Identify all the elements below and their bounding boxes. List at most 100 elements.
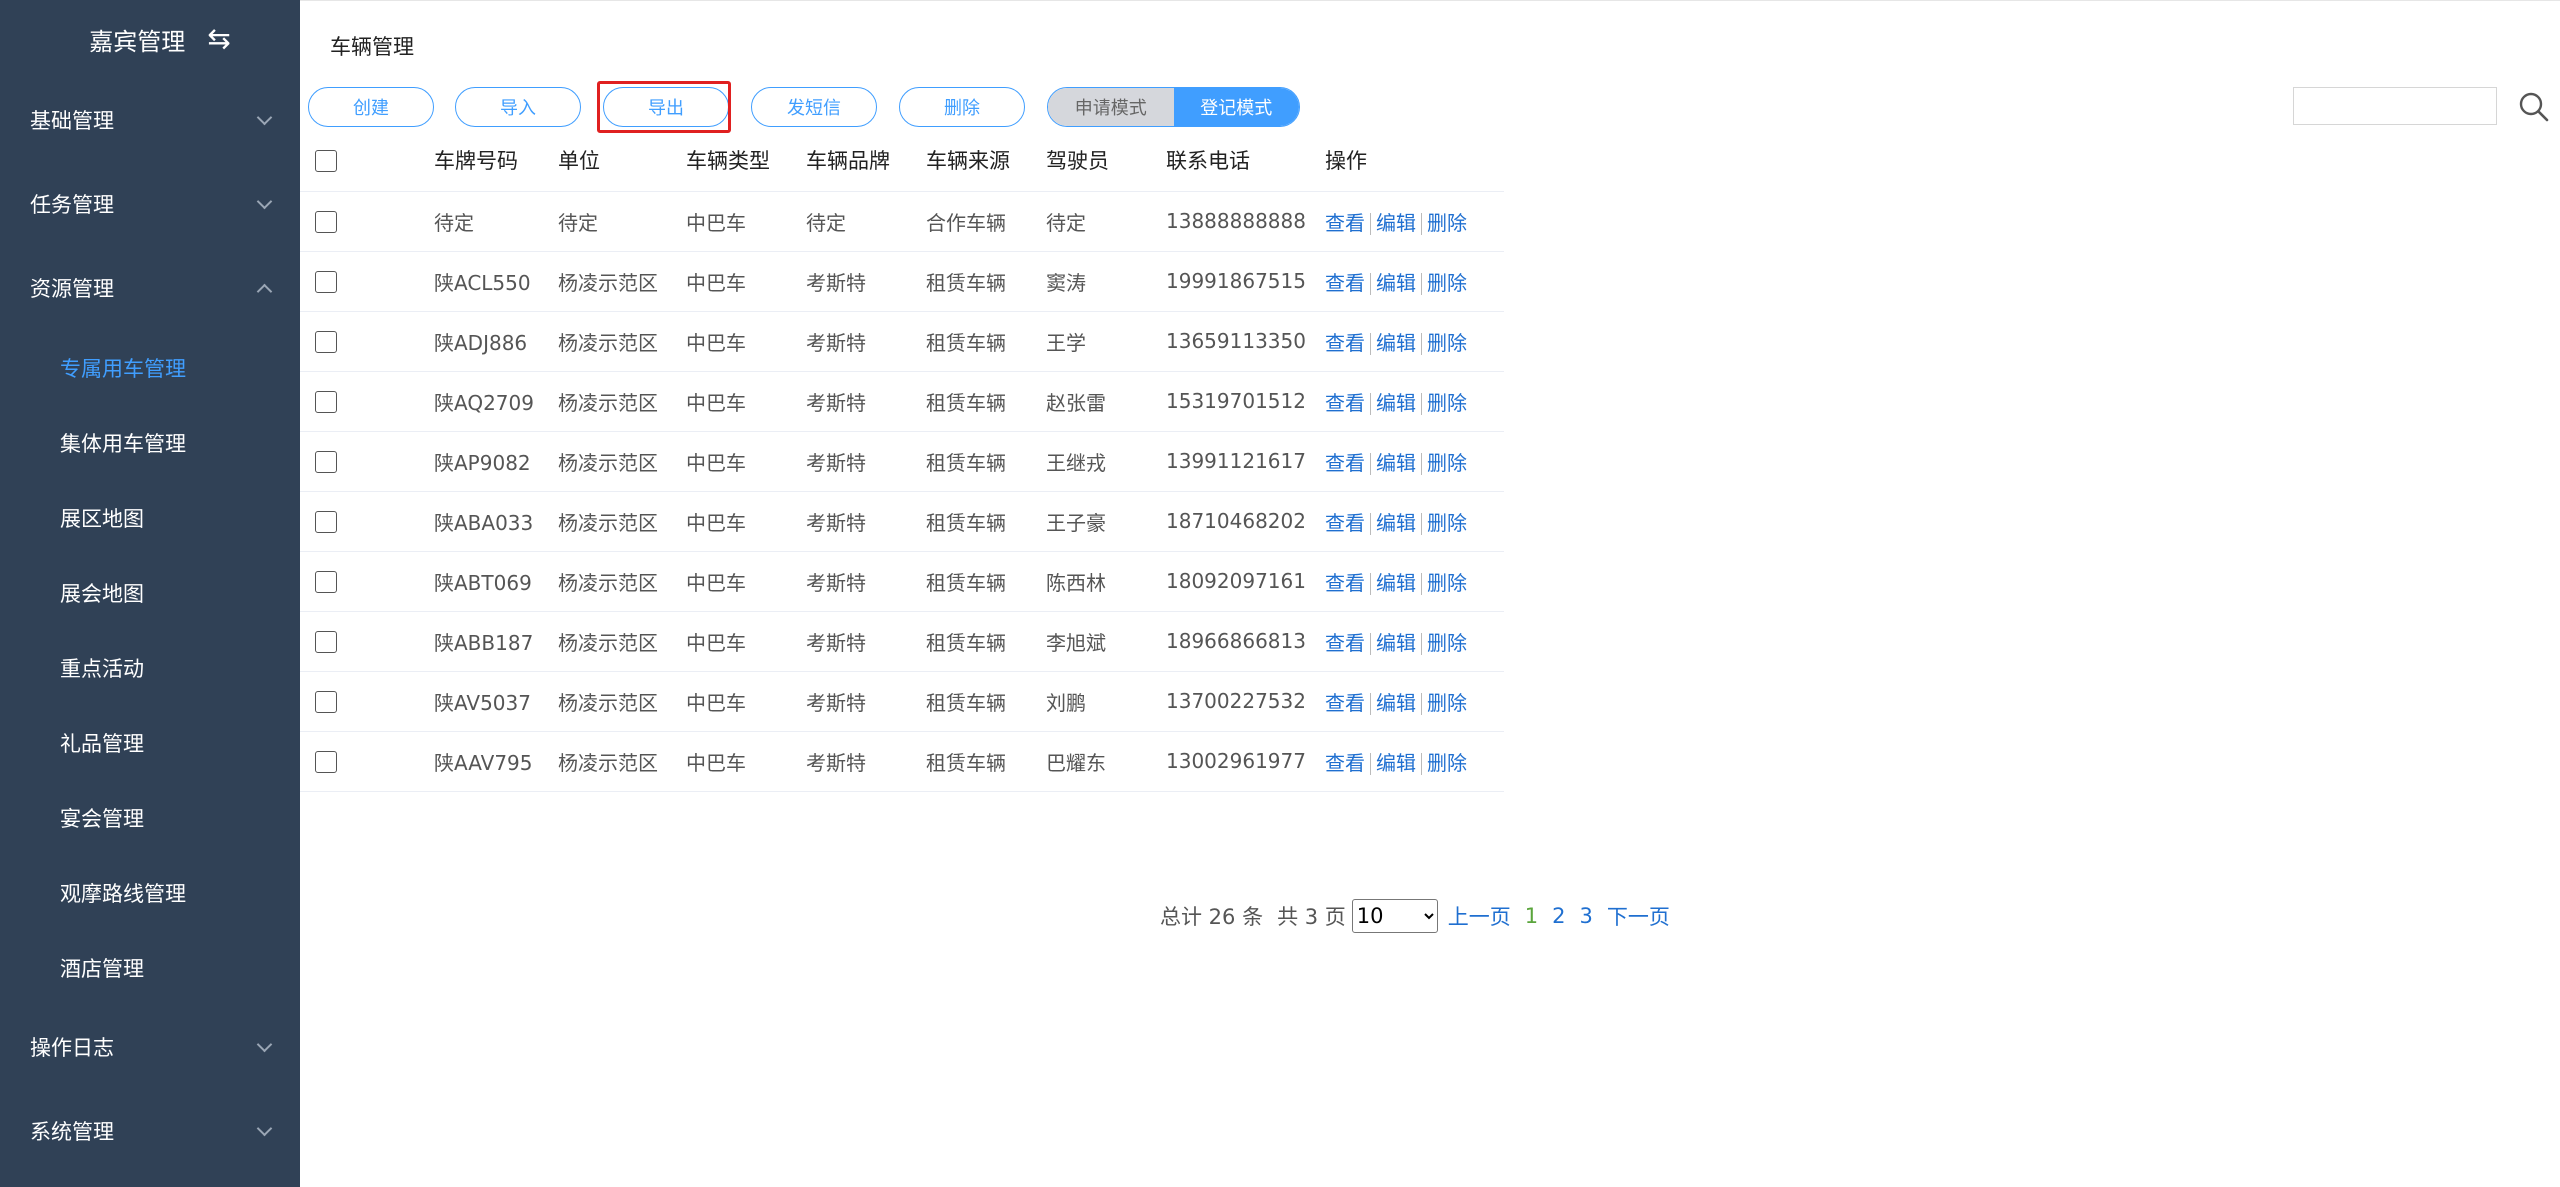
row-checkbox[interactable] xyxy=(315,751,337,774)
view-link[interactable]: 查看 xyxy=(1325,211,1365,235)
next-page-link[interactable]: 下一页 xyxy=(1607,901,1670,931)
view-link[interactable]: 查看 xyxy=(1325,391,1365,415)
view-link[interactable]: 查看 xyxy=(1325,691,1365,715)
apply-mode-option[interactable]: 申请模式 xyxy=(1048,88,1174,126)
view-link[interactable]: 查看 xyxy=(1325,451,1365,475)
chevron-down-icon xyxy=(256,1120,273,1136)
delete-link[interactable]: 删除 xyxy=(1427,331,1467,355)
menu-group-system[interactable]: 系统管理 xyxy=(0,1089,300,1173)
menu-group-resource[interactable]: 资源管理 xyxy=(0,246,300,330)
import-button[interactable]: 导入 xyxy=(455,87,581,127)
row-checkbox[interactable] xyxy=(315,211,337,234)
delete-link[interactable]: 删除 xyxy=(1427,571,1467,595)
page-title: 车辆管理 xyxy=(330,35,414,59)
plate-cell: 陕AV5037 xyxy=(434,671,558,732)
delete-link[interactable]: 删除 xyxy=(1427,391,1467,415)
edit-link[interactable]: 编辑 xyxy=(1376,331,1416,355)
view-link[interactable]: 查看 xyxy=(1325,751,1365,775)
sidebar-item-gifts[interactable]: 礼品管理 xyxy=(0,705,300,780)
brand-cell: 考斯特 xyxy=(806,671,926,732)
menu-group-basic[interactable]: 基础管理 xyxy=(0,78,300,162)
sidebar-item-expo-map[interactable]: 展会地图 xyxy=(0,555,300,630)
sidebar-item-tour-route[interactable]: 观摩路线管理 xyxy=(0,855,300,930)
export-button[interactable]: 导出 xyxy=(603,87,729,127)
menu-group-label: 操作日志 xyxy=(30,1036,114,1060)
delete-button[interactable]: 删除 xyxy=(899,87,1025,127)
phone-cell: 18092097161 xyxy=(1166,551,1325,612)
delete-link[interactable]: 删除 xyxy=(1427,271,1467,295)
sidebar-item-zone-map[interactable]: 展区地图 xyxy=(0,480,300,555)
edit-link[interactable]: 编辑 xyxy=(1376,631,1416,655)
select-all-cell xyxy=(300,129,434,192)
row-checkbox[interactable] xyxy=(315,331,337,354)
row-checkbox[interactable] xyxy=(315,451,337,474)
page-size-select[interactable]: 10 xyxy=(1351,899,1438,933)
edit-link[interactable]: 编辑 xyxy=(1376,511,1416,535)
plate-cell: 陕ACL550 xyxy=(434,251,558,312)
row-checkbox[interactable] xyxy=(315,391,337,414)
sidebar-item-group-vehicle[interactable]: 集体用车管理 xyxy=(0,405,300,480)
brand-cell: 考斯特 xyxy=(806,431,926,492)
view-link[interactable]: 查看 xyxy=(1325,631,1365,655)
action-divider xyxy=(1370,693,1371,715)
page-link-2[interactable]: 2 xyxy=(1552,904,1565,928)
unit-cell: 杨凌示范区 xyxy=(558,371,686,432)
edit-link[interactable]: 编辑 xyxy=(1376,271,1416,295)
prev-page-link[interactable]: 上一页 xyxy=(1448,901,1511,931)
sidebar-item-exclusive-vehicle[interactable]: 专属用车管理 xyxy=(0,330,300,405)
sidebar-item-hotel[interactable]: 酒店管理 xyxy=(0,930,300,1005)
view-link[interactable]: 查看 xyxy=(1325,271,1365,295)
sidebar-item-banquet[interactable]: 宴会管理 xyxy=(0,780,300,855)
delete-link[interactable]: 删除 xyxy=(1427,691,1467,715)
action-divider xyxy=(1421,753,1422,775)
sidebar-item-key-events[interactable]: 重点活动 xyxy=(0,630,300,705)
column-header: 操作 xyxy=(1325,129,1504,192)
delete-link[interactable]: 删除 xyxy=(1427,751,1467,775)
type-cell: 中巴车 xyxy=(686,671,806,732)
edit-link[interactable]: 编辑 xyxy=(1376,751,1416,775)
delete-link[interactable]: 删除 xyxy=(1427,631,1467,655)
edit-link[interactable]: 编辑 xyxy=(1376,571,1416,595)
edit-link[interactable]: 编辑 xyxy=(1376,691,1416,715)
register-mode-option[interactable]: 登记模式 xyxy=(1173,88,1299,126)
plate-cell: 陕AQ2709 xyxy=(434,371,558,432)
unit-cell: 杨凌示范区 xyxy=(558,311,686,372)
actions-cell: 查看 编辑 删除 xyxy=(1325,191,1504,252)
driver-cell: 待定 xyxy=(1046,191,1166,252)
row-checkbox[interactable] xyxy=(315,571,337,594)
edit-link[interactable]: 编辑 xyxy=(1376,211,1416,235)
view-link[interactable]: 查看 xyxy=(1325,331,1365,355)
row-checkbox[interactable] xyxy=(315,631,337,654)
edit-link[interactable]: 编辑 xyxy=(1376,391,1416,415)
search-input[interactable] xyxy=(2293,87,2497,125)
page-link-1[interactable]: 1 xyxy=(1525,904,1538,928)
row-checkbox[interactable] xyxy=(315,511,337,534)
delete-link[interactable]: 删除 xyxy=(1427,451,1467,475)
plate-cell: 陕ABB187 xyxy=(434,611,558,672)
view-link[interactable]: 查看 xyxy=(1325,571,1365,595)
column-header: 单位 xyxy=(558,129,686,192)
menu-group-task[interactable]: 任务管理 xyxy=(0,162,300,246)
row-checkbox[interactable] xyxy=(315,691,337,714)
mode-switch: 申请模式 登记模式 xyxy=(1047,87,1300,127)
type-cell: 中巴车 xyxy=(686,251,806,312)
delete-link[interactable]: 删除 xyxy=(1427,511,1467,535)
send-sms-button[interactable]: 发短信 xyxy=(751,87,877,127)
view-link[interactable]: 查看 xyxy=(1325,511,1365,535)
menu-group-label: 系统管理 xyxy=(30,1120,114,1144)
search-icon[interactable] xyxy=(2518,91,2550,123)
create-button[interactable]: 创建 xyxy=(308,87,434,127)
menu-group-logs[interactable]: 操作日志 xyxy=(0,1005,300,1089)
row-checkbox[interactable] xyxy=(315,271,337,294)
phone-cell: 13002961977 xyxy=(1166,731,1325,792)
source-cell: 合作车辆 xyxy=(926,191,1046,252)
vehicle-table: 车牌号码 单位 车辆类型 车辆品牌 车辆来源 驾驶员 联系电话 操作 待定 待定中… xyxy=(300,129,1504,792)
swap-icon[interactable]: ⇆ xyxy=(207,25,230,53)
edit-link[interactable]: 编辑 xyxy=(1376,451,1416,475)
page-link-3[interactable]: 3 xyxy=(1580,904,1593,928)
table-row: 陕AQ2709 杨凌示范区 中巴车 考斯特 租赁车辆 赵张雷 15319701512 查看 编辑… xyxy=(300,371,1504,432)
table-row: 陕ACL550 杨凌示范区 中巴车 考斯特 租赁车辆 窦涛 19991867515 查看 编辑删… xyxy=(300,251,1504,312)
delete-link[interactable]: 删除 xyxy=(1427,211,1467,235)
brand-cell: 考斯特 xyxy=(806,311,926,372)
select-all-checkbox[interactable] xyxy=(315,149,337,172)
